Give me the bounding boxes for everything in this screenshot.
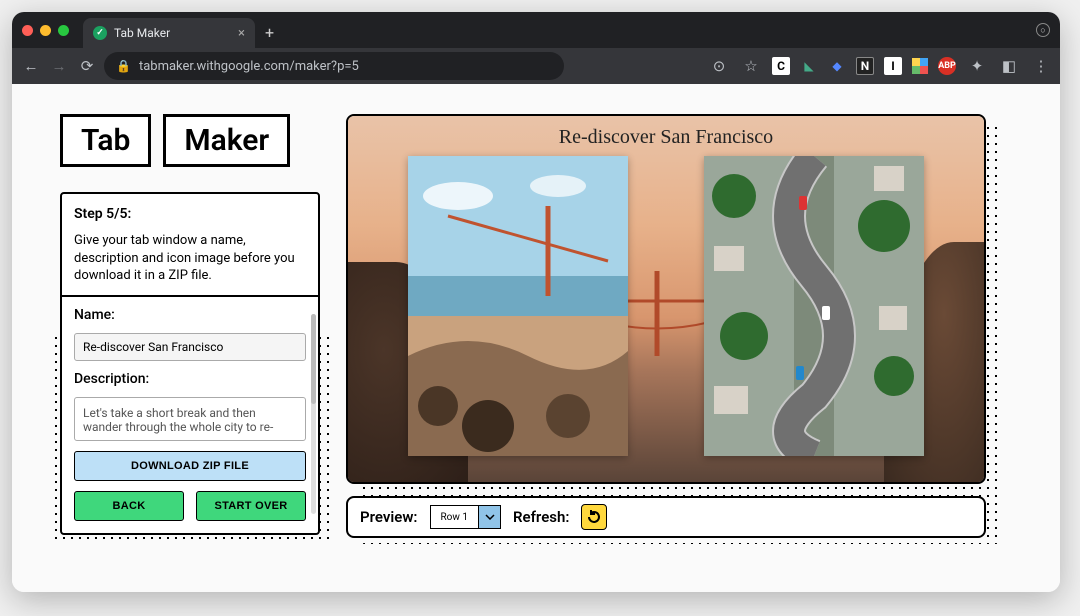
extension-icon-c[interactable]: C xyxy=(772,57,790,75)
side-panel-icon[interactable]: ◧ xyxy=(998,55,1020,77)
row-select[interactable]: Row 1 xyxy=(430,505,501,529)
preview-photo-left xyxy=(408,156,628,456)
extension-icon-gem[interactable]: ◆ xyxy=(828,57,846,75)
extension-icon-flag[interactable]: ◣ xyxy=(800,57,818,75)
right-column: Re-discover San Francisco xyxy=(360,114,1012,562)
close-window-button[interactable] xyxy=(22,25,33,36)
left-column: Step 5/5: Give your tab window a name, d… xyxy=(60,192,320,562)
forward-icon[interactable]: → xyxy=(48,55,70,77)
page-content: Tab Maker Step 5/5: Give your tab window… xyxy=(12,84,1060,592)
step-description: Give your tab window a name, description… xyxy=(74,232,306,285)
chevron-down-icon[interactable] xyxy=(478,506,500,528)
address-bar[interactable]: 🔒 tabmaker.withgoogle.com/maker?p=5 xyxy=(104,52,564,80)
description-label: Description: xyxy=(74,371,306,387)
toolbar-right: ⊙ ☆ C ◣ ◆ N I ABP ✦ ◧ ⋮ xyxy=(708,55,1052,77)
preview-photo-right xyxy=(704,156,924,456)
minimize-window-button[interactable] xyxy=(40,25,51,36)
preview-canvas: Re-discover San Francisco xyxy=(346,114,986,484)
refresh-label: Refresh: xyxy=(513,508,569,526)
row-select-value: Row 1 xyxy=(431,506,478,528)
start-over-button[interactable]: START OVER xyxy=(196,491,306,521)
browser-tab[interactable]: ✓ Tab Maker × xyxy=(83,18,255,48)
description-input[interactable]: Let's take a short break and then wander… xyxy=(74,397,306,441)
refresh-button[interactable] xyxy=(581,504,607,530)
back-button[interactable]: BACK xyxy=(74,491,184,521)
logo-word-tab: Tab xyxy=(60,114,151,167)
extension-icon-n[interactable]: N xyxy=(856,57,874,75)
panel-divider xyxy=(62,295,318,297)
chrome-tab-strip: ✓ Tab Maker × + ○ xyxy=(12,12,1060,48)
logo-word-maker: Maker xyxy=(163,114,290,167)
extensions-icon[interactable]: ✦ xyxy=(966,55,988,77)
window-controls xyxy=(22,25,69,36)
maximize-window-button[interactable] xyxy=(58,25,69,36)
search-icon[interactable]: ⊙ xyxy=(708,55,730,77)
extension-icon-abp[interactable]: ABP xyxy=(938,57,956,75)
bookmark-icon[interactable]: ☆ xyxy=(740,55,762,77)
account-icon[interactable]: ○ xyxy=(1036,23,1050,37)
name-label: Name: xyxy=(74,307,306,323)
extension-icon-sq[interactable] xyxy=(912,58,928,74)
app-logo: Tab Maker xyxy=(60,114,290,167)
chrome-toolbar: ← → ⟳ 🔒 tabmaker.withgoogle.com/maker?p=… xyxy=(12,48,1060,84)
lock-icon: 🔒 xyxy=(116,59,131,73)
browser-window: ✓ Tab Maker × + ○ ← → ⟳ 🔒 tabmaker.withg… xyxy=(12,12,1060,592)
extension-icon-i[interactable]: I xyxy=(884,57,902,75)
close-tab-icon[interactable]: × xyxy=(238,26,245,41)
name-input[interactable] xyxy=(74,333,306,361)
preview-controls: Preview: Row 1 Refresh: xyxy=(346,496,986,538)
step-panel: Step 5/5: Give your tab window a name, d… xyxy=(60,192,320,535)
tab-title: Tab Maker xyxy=(114,26,170,40)
new-tab-button[interactable]: + xyxy=(265,23,274,42)
kebab-menu-icon[interactable]: ⋮ xyxy=(1030,55,1052,77)
refresh-icon xyxy=(586,509,602,525)
reload-icon[interactable]: ⟳ xyxy=(76,55,98,77)
step-label: Step 5/5: xyxy=(74,206,306,222)
tab-favicon: ✓ xyxy=(93,26,107,40)
url-text: tabmaker.withgoogle.com/maker?p=5 xyxy=(139,59,359,74)
preview-title: Re-discover San Francisco xyxy=(348,126,984,149)
preview-label: Preview: xyxy=(360,508,418,526)
back-icon[interactable]: ← xyxy=(20,55,42,77)
download-zip-button[interactable]: DOWNLOAD ZIP FILE xyxy=(74,451,306,481)
panel-scrollbar-thumb[interactable] xyxy=(311,314,316,404)
